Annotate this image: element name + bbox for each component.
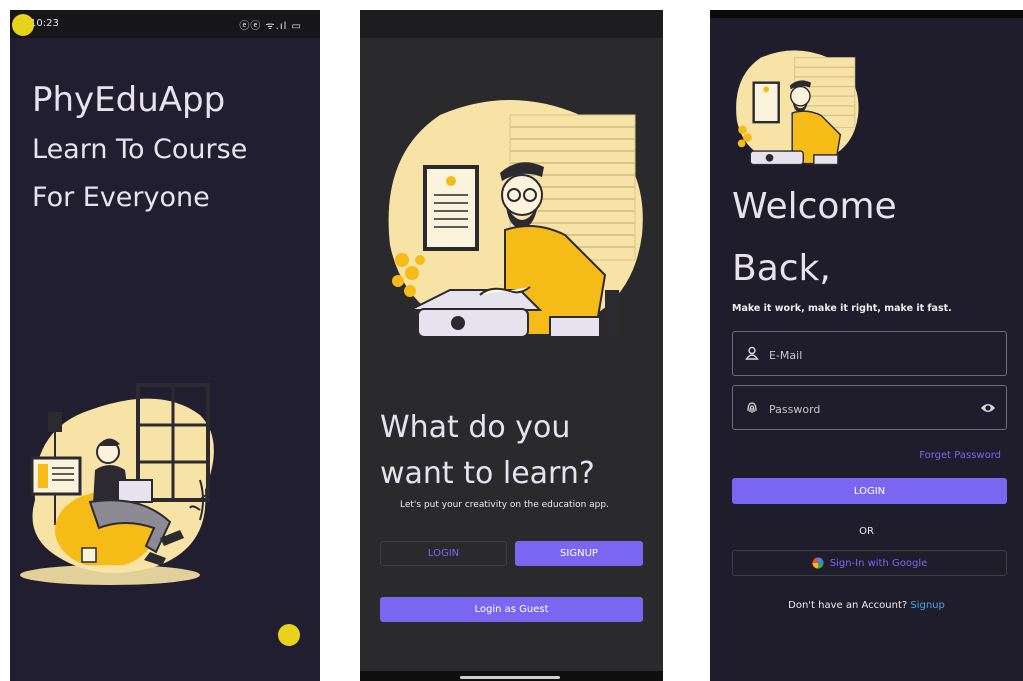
signup-prompt: Don't have an Account? Signup — [710, 600, 1023, 611]
status-time: 10:23 — [30, 18, 59, 29]
signup-button[interactable]: SIGNUP — [515, 541, 643, 566]
illustration-reading-in-beanbag — [20, 383, 214, 585]
illustration-man-typewriter-small — [736, 50, 859, 166]
email-input[interactable] — [767, 342, 971, 368]
person-icon — [745, 346, 759, 360]
password-field[interactable] — [732, 385, 1007, 430]
tagline-line-1: Learn To Course — [32, 134, 248, 165]
touch-indicator-dot-bottom — [278, 624, 300, 646]
illustration-man-typewriter — [388, 100, 643, 338]
login-button[interactable]: LOGIN — [380, 541, 507, 566]
google-signin-button[interactable]: Sign-In with Google — [732, 550, 1007, 576]
eye-icon[interactable] — [980, 400, 996, 416]
login-button[interactable]: LOGIN — [732, 478, 1007, 504]
login-subtitle: Make it work, make it right, make it fas… — [732, 303, 952, 314]
or-divider-label: OR — [859, 526, 874, 537]
signup-link[interactable]: Signup — [910, 600, 945, 611]
welcome-heading-line-1: Welcome — [732, 186, 897, 227]
no-account-text: Don't have an Account? — [788, 600, 908, 611]
login-screen: Welcome Back, Make it work, make it righ… — [710, 10, 1023, 681]
password-input[interactable] — [767, 396, 971, 422]
touch-indicator-dot — [12, 14, 34, 36]
welcome-choice-screen: What do you want to learn? Let's put you… — [360, 10, 663, 681]
fingerprint-icon — [747, 402, 757, 413]
welcome-heading-line-2: Back, — [732, 248, 831, 289]
status-bar — [360, 10, 663, 38]
status-icons: ⓔⓔ ᯤ.ıl ▭ — [239, 21, 302, 32]
tagline-line-2: For Everyone — [32, 182, 210, 213]
login-as-guest-button[interactable]: Login as Guest — [380, 597, 643, 622]
home-indicator[interactable] — [460, 676, 560, 679]
subtitle: Let's put your creativity on the educati… — [400, 500, 609, 510]
heading-line-1: What do you — [380, 410, 571, 445]
google-signin-label: Sign-In with Google — [829, 557, 928, 569]
email-field[interactable] — [732, 331, 1007, 376]
heading-line-2: want to learn? — [380, 456, 595, 491]
google-icon — [812, 557, 824, 569]
status-bar — [710, 10, 1023, 18]
app-title: PhyEduApp — [32, 80, 226, 120]
splash-screen: 10:23 ⓔⓔ ᯤ.ıl ▭ PhyEduApp Learn To Cours… — [10, 10, 320, 681]
status-bar: 10:23 ⓔⓔ ᯤ.ıl ▭ — [10, 10, 320, 38]
forget-password-link[interactable]: Forget Password — [919, 450, 1001, 461]
